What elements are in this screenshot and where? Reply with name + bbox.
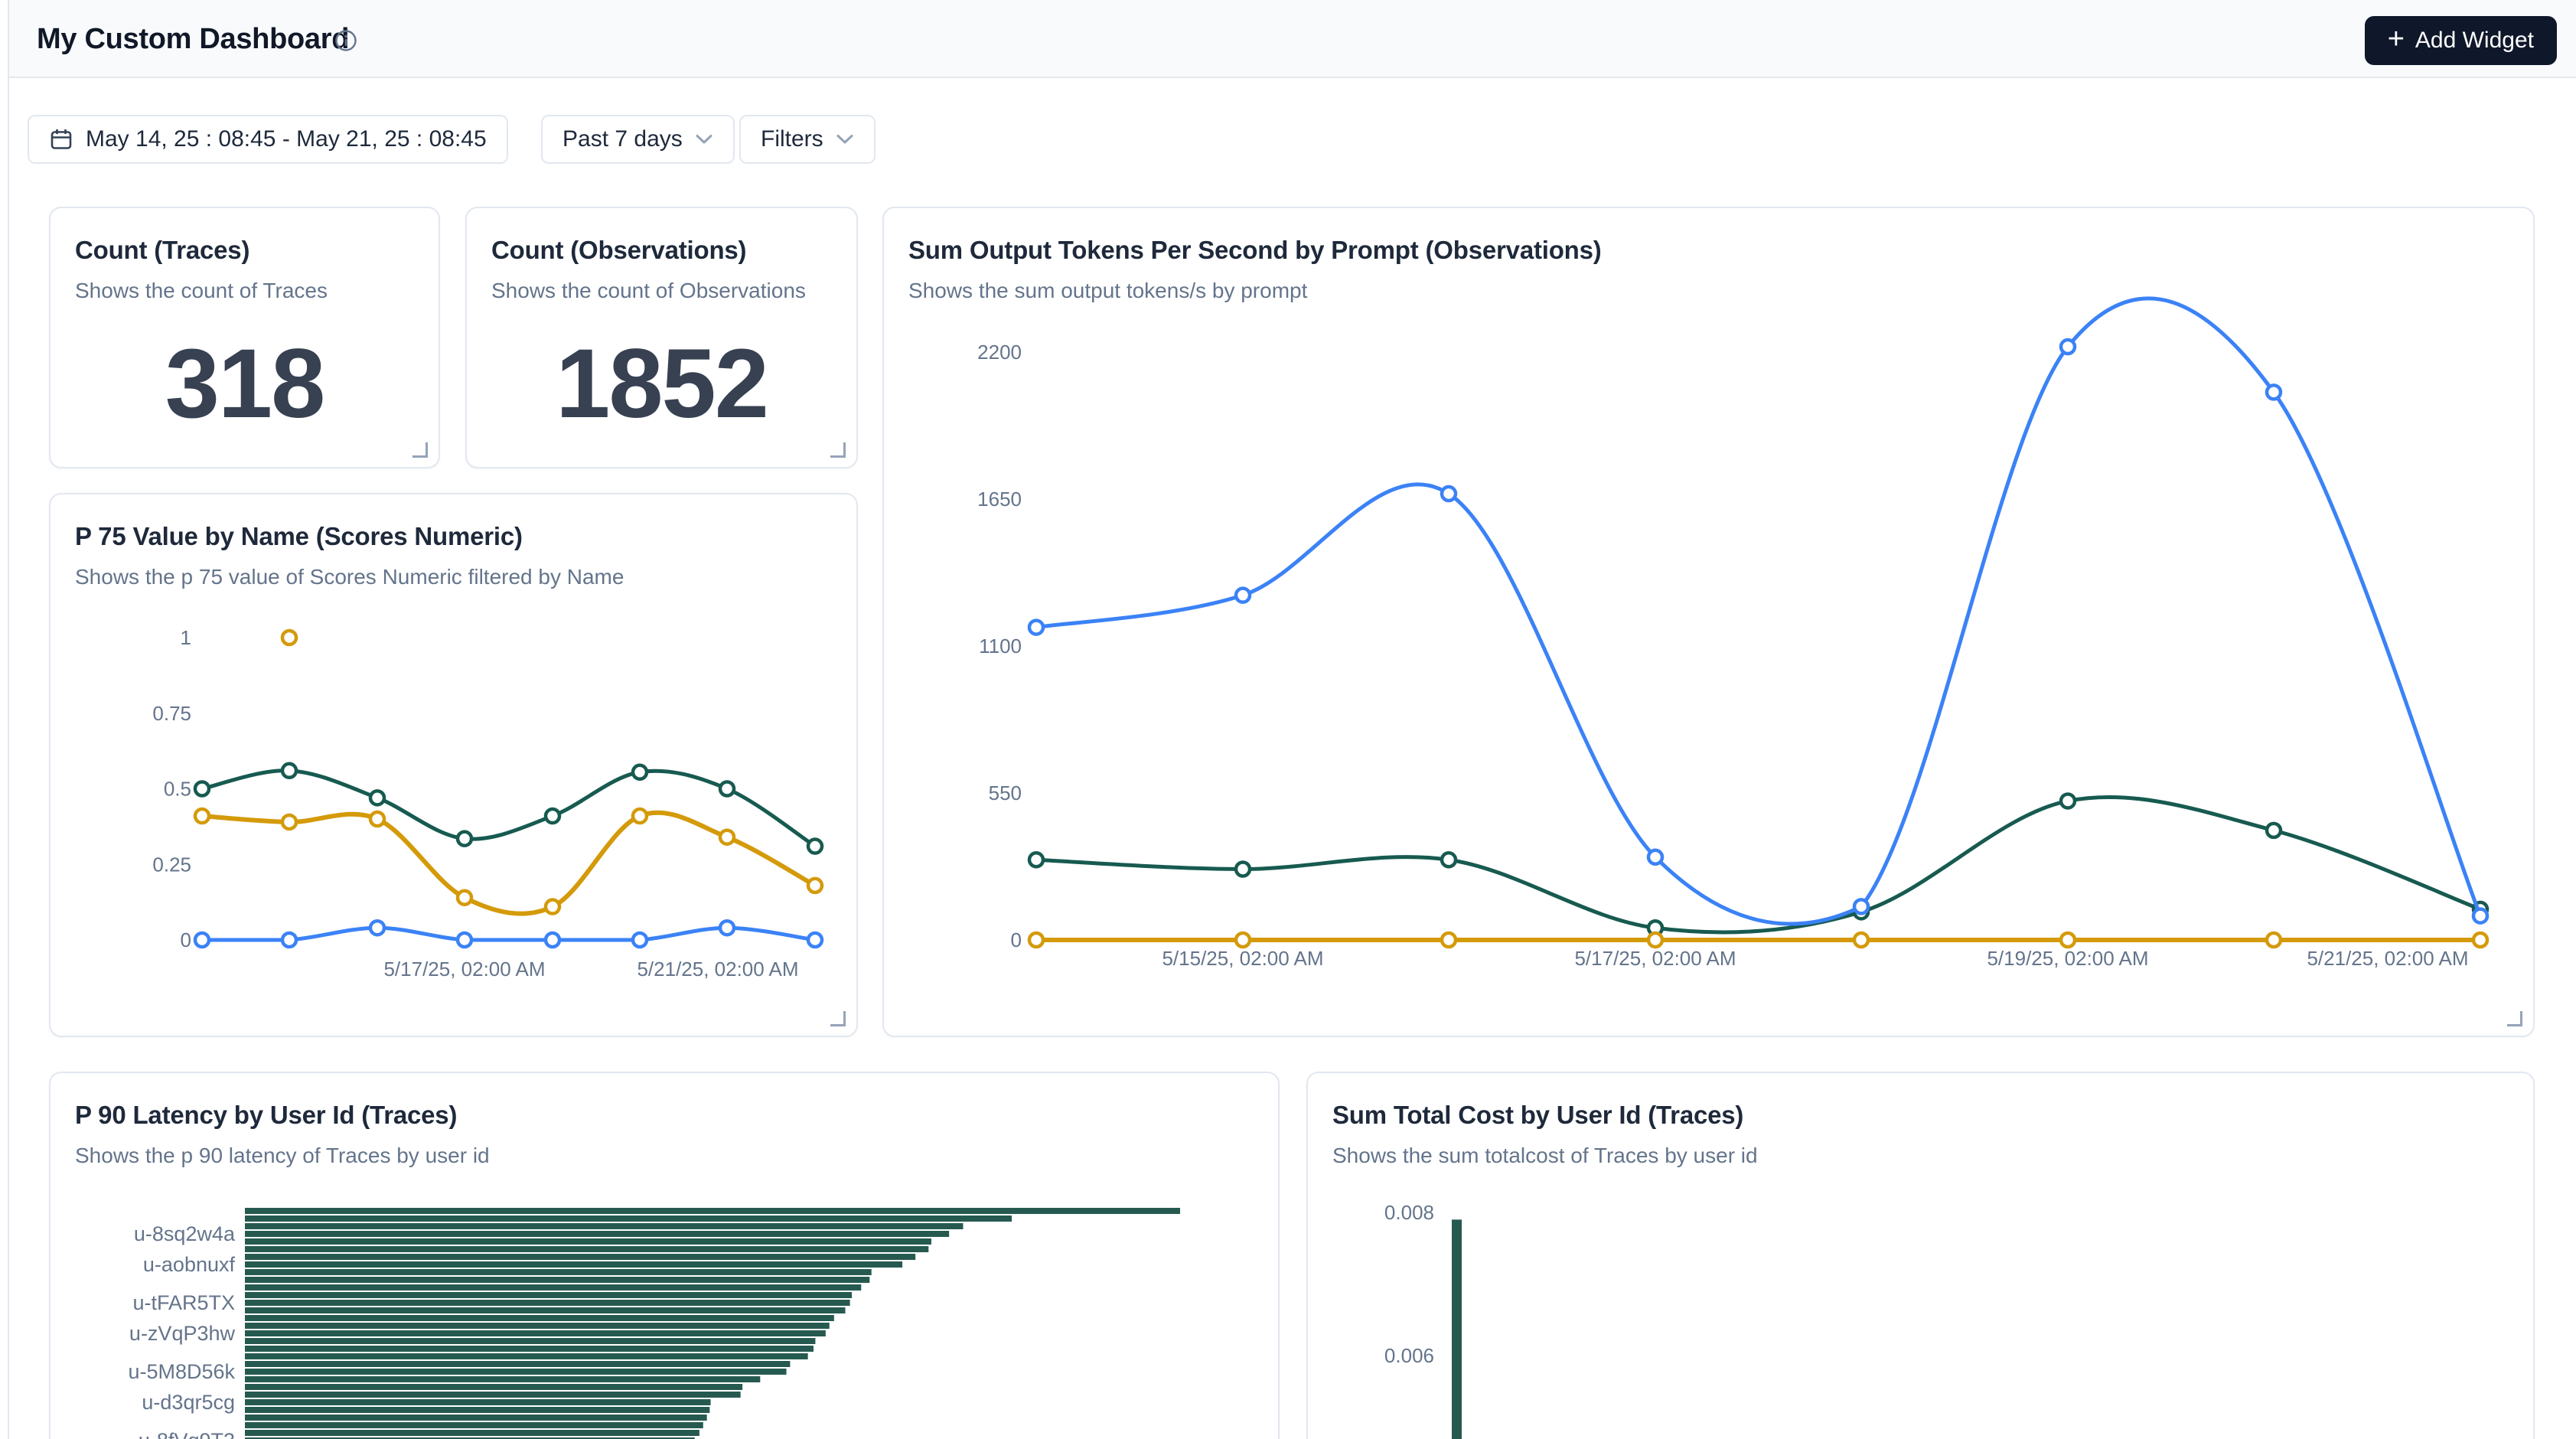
resize-handle[interactable] (2507, 1011, 2522, 1026)
svg-text:u-5M8D56k: u-5M8D56k (128, 1360, 235, 1383)
svg-text:1100: 1100 (979, 635, 1022, 658)
svg-text:5/15/25, 02:00 AM: 5/15/25, 02:00 AM (1162, 947, 1323, 970)
svg-text:5/17/25, 02:00 AM: 5/17/25, 02:00 AM (1574, 947, 1736, 970)
svg-text:u-zVqP3hw: u-zVqP3hw (129, 1322, 236, 1345)
widget-tokens-per-second: Sum Output Tokens Per Second by Prompt (… (882, 207, 2535, 1037)
svg-text:5/19/25, 02:00 AM: 5/19/25, 02:00 AM (1987, 947, 2148, 970)
svg-text:0.5: 0.5 (164, 778, 191, 801)
chevron-down-icon (836, 133, 854, 145)
widget-title: Count (Observations) (491, 236, 746, 265)
cost-bar-chart-canvas: 0.008 0.006 (1308, 1073, 2533, 1439)
svg-text:0.006: 0.006 (1384, 1344, 1434, 1367)
widget-title: Count (Traces) (75, 236, 249, 265)
widget-p90-latency: P 90 Latency by User Id (Traces) Shows t… (49, 1072, 1280, 1439)
svg-text:u-8sq2w4a: u-8sq2w4a (134, 1222, 236, 1245)
filters-label: Filters (761, 126, 823, 152)
dashboard-page: My Custom Dashboard + Add Widget May 14,… (0, 0, 2576, 1439)
chevron-down-icon (695, 133, 713, 145)
header-bar: My Custom Dashboard + Add Widget (9, 0, 2576, 78)
add-widget-label: Add Widget (2415, 28, 2534, 54)
svg-text:u-d3qr5cg: u-d3qr5cg (142, 1391, 235, 1414)
resize-handle[interactable] (830, 1011, 846, 1026)
plus-icon: + (2388, 24, 2405, 54)
widget-p75-scores: P 75 Value by Name (Scores Numeric) Show… (49, 493, 858, 1037)
svg-text:0: 0 (1011, 928, 1022, 951)
resize-handle[interactable] (830, 442, 846, 458)
svg-text:0.008: 0.008 (1384, 1201, 1434, 1224)
p90-bar-chart-canvas: u-8sq2w4a u-aobnuxf u-tFAR5TX u-zVqP3hw u-5M… (51, 1073, 1278, 1439)
svg-text:0.25: 0.25 (152, 853, 191, 876)
add-widget-button[interactable]: + Add Widget (2365, 16, 2557, 65)
svg-text:5/21/25, 02:00 AM: 5/21/25, 02:00 AM (637, 958, 798, 981)
count-observations-value: 1852 (467, 323, 856, 445)
svg-text:u-8fVq9T3: u-8fVq9T3 (139, 1429, 235, 1439)
page-title: My Custom Dashboard (37, 23, 349, 56)
svg-text:0: 0 (181, 928, 191, 951)
svg-text:0.75: 0.75 (152, 702, 191, 725)
widget-subtitle: Shows the count of Traces (75, 279, 328, 303)
svg-text:1650: 1650 (977, 488, 1022, 511)
svg-text:1: 1 (181, 626, 191, 649)
svg-text:2200: 2200 (977, 341, 1022, 364)
range-preset-dropdown[interactable]: Past 7 days (541, 115, 735, 164)
sidebar-edge-divider (8, 0, 9, 1439)
widget-count-observations: Count (Observations) Shows the count of … (465, 207, 858, 468)
filters-dropdown[interactable]: Filters (739, 115, 876, 164)
tokens-line-chart-canvas: 0 550 1100 1650 2200 5/15/25, 02:00 AM 5/17/25… (884, 208, 2533, 1036)
range-preset-value: Past 7 days (562, 126, 683, 152)
date-range-picker[interactable]: May 14, 25 : 08:45 - May 21, 25 : 08:45 (28, 115, 508, 164)
svg-text:u-aobnuxf: u-aobnuxf (143, 1253, 236, 1276)
svg-text:5/21/25, 02:00 AM: 5/21/25, 02:00 AM (2307, 947, 2468, 970)
svg-text:5/17/25, 02:00 AM: 5/17/25, 02:00 AM (383, 958, 545, 981)
resize-handle[interactable] (412, 442, 428, 458)
p75-line-chart-canvas: 0 0.25 0.5 0.75 1 5/17/25, 02:00 AM 5/21/25, 0… (51, 494, 856, 1036)
widget-subtitle: Shows the count of Observations (491, 279, 806, 303)
widget-total-cost: Sum Total Cost by User Id (Traces) Shows… (1306, 1072, 2535, 1439)
count-traces-value: 318 (51, 323, 439, 445)
widget-count-traces: Count (Traces) Shows the count of Traces… (49, 207, 440, 468)
date-range-value: May 14, 25 : 08:45 - May 21, 25 : 08:45 (86, 126, 487, 152)
info-icon[interactable] (334, 29, 357, 52)
svg-text:u-tFAR5TX: u-tFAR5TX (132, 1291, 235, 1314)
svg-text:550: 550 (989, 781, 1022, 804)
calendar-icon (49, 127, 73, 152)
